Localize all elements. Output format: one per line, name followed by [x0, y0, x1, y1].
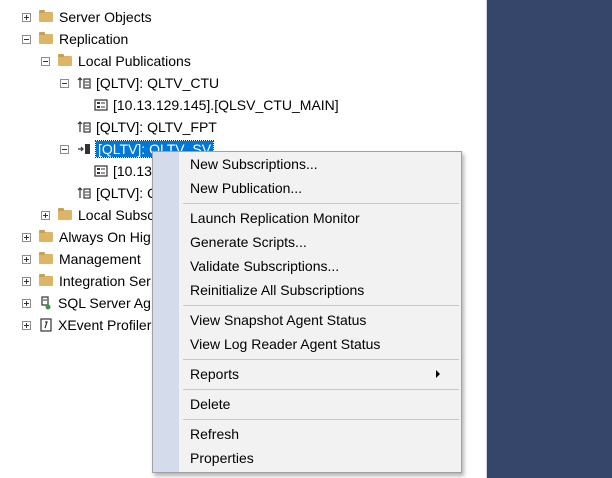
context-menu: New Subscriptions... New Publication... …: [152, 151, 462, 473]
tree-item-publication-other[interactable]: [QLTV]: Q: [77, 182, 158, 204]
menu-item-generate-scripts[interactable]: Generate Scripts...: [190, 231, 307, 253]
tree-item-subscription-sv[interactable]: [10.13: [94, 160, 152, 182]
expand-icon[interactable]: [22, 276, 31, 286]
menu-item-delete[interactable]: Delete: [190, 393, 230, 415]
tree-item-local-publications[interactable]: Local Publications: [41, 50, 191, 72]
folder-icon: [39, 230, 53, 242]
expand-icon[interactable]: [22, 320, 31, 330]
expand-icon[interactable]: [22, 12, 31, 22]
tree-item-label: XEvent Profiler: [58, 317, 152, 333]
menu-item-refresh[interactable]: Refresh: [190, 423, 239, 445]
folder-icon: [39, 10, 53, 22]
tree-item-xevent-profiler[interactable]: XEvent Profiler: [22, 314, 151, 336]
tree-item-publication-ctu[interactable]: [QLTV]: QLTV_CTU: [60, 72, 219, 94]
expand-icon[interactable]: [22, 232, 31, 242]
subscription-icon: [94, 164, 108, 178]
tree-item-server-objects[interactable]: Server Objects: [22, 6, 152, 28]
tree-item-label: Management: [59, 251, 141, 267]
folder-icon: [39, 32, 53, 44]
menu-item-reports[interactable]: Reports: [190, 363, 450, 385]
menu-item-reinitialize-all-subscriptions[interactable]: Reinitialize All Subscriptions: [190, 279, 364, 301]
tree-item-label: Local Subsc: [78, 207, 155, 223]
tree-item-label: [QLTV]: QLTV_FPT: [96, 119, 217, 135]
tree-item-label: Always On Hig: [59, 229, 151, 245]
tree-item-subscription-ctu[interactable]: [10.13.129.145].[QLSV_CTU_MAIN]: [94, 94, 339, 116]
right-panel-background: [486, 0, 612, 478]
expand-icon[interactable]: [22, 254, 31, 264]
tree-item-label: Server Objects: [59, 9, 152, 25]
collapse-icon[interactable]: [60, 144, 69, 154]
tree-item-sql-server-agent[interactable]: SQL Server Ag: [22, 292, 151, 314]
menu-separator: [183, 389, 459, 390]
menu-separator: [183, 419, 459, 420]
tree-item-local-subscriptions[interactable]: Local Subsc: [41, 204, 154, 226]
tree-item-label: [10.13: [113, 163, 152, 179]
tree-item-label: [QLTV]: Q: [96, 185, 158, 201]
submenu-arrow-icon: [436, 370, 440, 378]
publication-icon: [77, 186, 91, 200]
collapse-icon[interactable]: [60, 78, 69, 88]
tree-item-label: [10.13.129.145].[QLSV_CTU_MAIN]: [113, 97, 339, 113]
tree-item-integration-services[interactable]: Integration Ser: [22, 270, 151, 292]
subscription-icon: [94, 98, 108, 112]
menu-item-view-log-reader-agent-status[interactable]: View Log Reader Agent Status: [190, 333, 380, 355]
tree-item-management[interactable]: Management: [22, 248, 141, 270]
tree-item-label: SQL Server Ag: [58, 295, 151, 311]
collapse-icon[interactable]: [22, 34, 31, 44]
menu-item-new-subscriptions[interactable]: New Subscriptions...: [190, 153, 318, 175]
menu-item-properties[interactable]: Properties: [190, 447, 254, 469]
tree-item-replication[interactable]: Replication: [22, 28, 128, 50]
menu-item-launch-replication-monitor[interactable]: Launch Replication Monitor: [190, 207, 360, 229]
collapse-icon[interactable]: [41, 56, 50, 66]
folder-icon: [58, 208, 72, 220]
publication-icon: [77, 142, 91, 156]
tree-item-label: Replication: [59, 31, 129, 47]
menu-separator: [183, 359, 459, 360]
tree-item-label: [QLTV]: QLTV_CTU: [96, 75, 220, 91]
menu-item-validate-subscriptions[interactable]: Validate Subscriptions...: [190, 255, 339, 277]
tree-item-label: Integration Ser: [59, 273, 151, 289]
folder-icon: [39, 252, 53, 264]
xevent-profiler-icon: [39, 318, 53, 332]
menu-separator: [183, 203, 459, 204]
menu-icon-gutter: [153, 152, 179, 472]
expand-icon[interactable]: [22, 298, 31, 308]
menu-item-label: Reports: [190, 366, 240, 382]
publication-icon: [77, 76, 91, 90]
menu-item-new-publication[interactable]: New Publication...: [190, 177, 302, 199]
menu-item-view-snapshot-agent-status[interactable]: View Snapshot Agent Status: [190, 309, 366, 331]
folder-icon: [58, 54, 72, 66]
folder-icon: [39, 274, 53, 286]
tree-item-label: Local Publications: [78, 53, 191, 69]
publication-icon: [77, 120, 91, 134]
tree-item-always-on[interactable]: Always On Hig: [22, 226, 151, 248]
expand-icon[interactable]: [41, 210, 50, 220]
menu-separator: [183, 305, 459, 306]
sql-agent-icon: [39, 296, 53, 310]
tree-item-publication-fpt[interactable]: [QLTV]: QLTV_FPT: [77, 116, 217, 138]
